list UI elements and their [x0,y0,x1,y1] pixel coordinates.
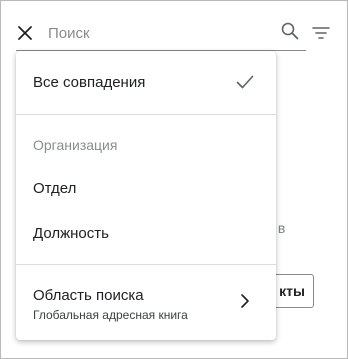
menu-item-label: Должность [33,225,109,242]
close-icon[interactable] [16,24,34,42]
menu-item-job-title[interactable]: Должность [16,213,276,253]
check-icon [236,75,254,89]
search-filter-menu: Все совпадения Организация Отдел Должнос… [16,51,276,340]
search-input[interactable] [48,22,278,44]
menu-divider [16,264,276,265]
filter-icon[interactable] [312,26,330,40]
menu-item-search-scope[interactable]: Область поиска Глобальная адресная книга [16,273,276,329]
menu-item-all-matches[interactable]: Все совпадения [16,62,276,102]
menu-item-department[interactable]: Отдел [16,168,276,208]
search-icon[interactable] [280,21,300,41]
search-scope-label: Область поиска [33,287,144,304]
menu-item-label: Все совпадения [33,74,146,91]
search-scope-value: Глобальная адресная книга [33,308,188,322]
menu-divider [16,114,276,115]
chevron-right-icon [241,294,249,308]
menu-item-label: Отдел [33,180,77,197]
search-bar [16,16,306,51]
section-header-organization: Организация [33,137,118,153]
